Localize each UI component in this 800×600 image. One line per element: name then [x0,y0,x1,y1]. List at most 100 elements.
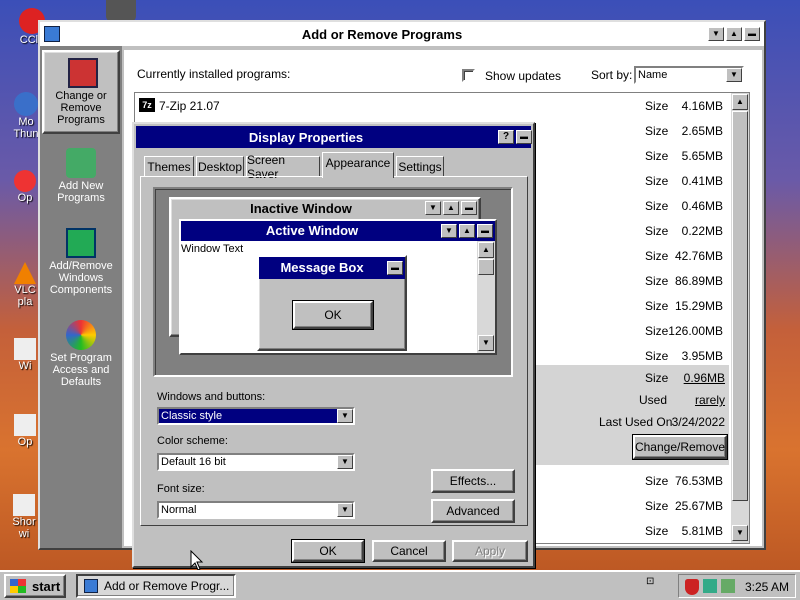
dp-titlebar[interactable]: Display Properties ? ▬ [136,126,532,148]
last-used-date: 3/24/2022 [671,415,725,429]
add-new-programs-icon [66,148,96,178]
scroll-up-icon[interactable]: ▲ [732,94,748,110]
font-size-select[interactable]: Normal ▼ [157,501,355,519]
system-tray: 3:25 AM [678,574,796,598]
change-remove-programs-icon [68,58,98,88]
tab-appearance[interactable]: Appearance [322,152,394,178]
apply-button[interactable]: Apply [452,540,528,562]
size-label: Size [645,349,669,363]
size-value: 0.46MB [681,199,723,213]
size-value: 42.76MB [674,249,723,263]
size-label: Size [645,174,669,188]
arp-task-icon [84,579,98,593]
preview-scrollbar: ▲ ▼ [477,241,495,353]
windows-buttons-select[interactable]: Classic style ▼ [157,407,355,425]
shortcut-icon [14,414,36,436]
clock[interactable]: 3:25 AM [745,580,789,594]
size-label: Size [645,124,669,138]
size-value: 5.65MB [681,149,723,163]
color-scheme-select[interactable]: Default 16 bit ▼ [157,453,355,471]
sort-by-label: Sort by: [591,68,633,82]
cancel-button[interactable]: Cancel [372,540,446,562]
minimize-icon[interactable]: ▬ [744,27,760,41]
chevron-down-icon[interactable]: ▼ [337,503,353,517]
arp-sidebar: Change or Remove Programs Add New Progra… [40,46,122,548]
size-value: 5.81MB [681,524,723,538]
font-size-label: Font size: [157,483,205,495]
sidebar-item-program-access[interactable]: Set Program Access and Defaults [42,316,120,400]
desktop-icon-opera[interactable]: Op [10,170,40,204]
minimize-icon: ▬ [461,201,477,215]
windows-buttons-label: Windows and buttons: [157,391,266,403]
chevron-up-icon: ▲ [459,224,475,238]
shield-icon[interactable] [685,579,699,595]
advanced-button[interactable]: Advanced [431,499,515,523]
program-access-icon [66,320,96,350]
sidebar-item-change-remove[interactable]: Change or Remove Programs [42,50,120,134]
size-value: 15.29MB [674,299,723,313]
arp-titlebar[interactable]: Add or Remove Programs ▼ ▲ ▬ [40,22,764,46]
desktop-icon-wi[interactable]: Wi [10,338,40,372]
chevron-down-icon: ▼ [441,224,457,238]
tab-panel: Inactive Window ▼ ▲ ▬ Active Window ▼ ▲ … [140,176,528,526]
scroll-thumb[interactable] [732,111,748,501]
scroll-thumb [478,259,494,275]
ok-button[interactable]: OK [291,539,365,563]
size-label: Size [645,199,669,213]
show-updates-label: Show updates [485,69,562,83]
tab-settings[interactable]: Settings [396,156,444,176]
size-label: Size [645,474,669,488]
chevron-up-icon[interactable]: ▲ [726,27,742,41]
size-label: Size [645,224,669,238]
chevron-down-icon[interactable]: ▼ [337,409,353,423]
size-value: 76.53MB [674,474,723,488]
effects-button[interactable]: Effects... [431,469,515,493]
sidebar-item-add-new[interactable]: Add New Programs [42,144,120,214]
chevron-down-icon[interactable]: ▼ [726,68,742,82]
network-icon[interactable] [703,579,717,593]
show-updates-checkbox[interactable] [462,69,475,82]
opera-icon [14,170,36,192]
desktop-icon-vlc[interactable]: VLC pla [8,262,42,308]
list-item-7zip[interactable]: 7z 7-Zip 21.07 [137,95,729,117]
desktop-icon-op2[interactable]: Op [10,414,40,448]
size-label: Size [645,324,669,338]
taskbar: start Add or Remove Progr... ⊡ 3:25 AM [0,570,800,600]
used-frequency: rarely [694,393,725,407]
help-icon[interactable]: ? [498,130,514,144]
chevron-down-icon[interactable]: ▼ [708,27,724,41]
shortcut-icon [13,494,35,516]
size-label: Size [645,274,669,288]
installed-label: Currently installed programs: [137,67,291,81]
taskbar-task-arp[interactable]: Add or Remove Progr... [76,574,236,598]
list-scrollbar[interactable]: ▲ ▼ [731,93,749,543]
chevron-down-icon: ▼ [425,201,441,215]
size-label: Size [645,149,669,163]
display-properties-window: Display Properties ? ▬ Themes Desktop Sc… [132,122,535,568]
change-remove-button[interactable]: Change/Remove [632,434,728,460]
scroll-down-icon[interactable]: ▼ [732,525,748,541]
tab-themes[interactable]: Themes [144,156,194,176]
size-label: Size [645,499,669,513]
start-button[interactable]: start [4,574,66,598]
sort-by-select[interactable]: Name ▼ [634,66,744,84]
tray-expand-icon[interactable]: ⊡ [646,576,654,587]
windows-components-icon [66,228,96,258]
minimize-icon[interactable]: ▬ [516,130,532,144]
size-label: Size [645,99,669,113]
chevron-up-icon: ▲ [443,201,459,215]
desktop-icon-shortcut[interactable]: Shor wi [6,494,42,540]
sidebar-item-windows-components[interactable]: Add/Remove Windows Components [42,224,120,308]
desktop-icon-top[interactable] [106,0,136,22]
tab-screen-saver[interactable]: Screen Saver [246,153,320,181]
chevron-down-icon[interactable]: ▼ [337,455,353,469]
7zip-icon: 7z [139,98,155,112]
preview-message-box: Message Box ▬ OK [257,255,407,351]
active-titlebar: Active Window ▼ ▲ ▬ [181,221,495,241]
scroll-down-icon: ▼ [478,335,494,351]
arp-title: Add or Remove Programs [301,27,463,42]
size-value: 126.00MB [668,324,723,338]
size-label: Size [645,299,669,313]
volume-icon[interactable] [721,579,735,593]
tab-desktop[interactable]: Desktop [196,156,244,176]
